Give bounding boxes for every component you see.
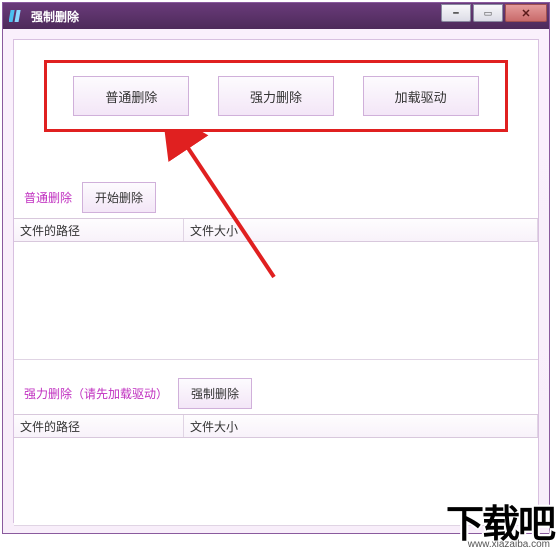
section-normal-delete-header: 普通删除 开始删除 [24,182,156,213]
table-header: 文件的路径 文件大小 [14,218,538,242]
normal-delete-table-body[interactable] [14,242,538,360]
maximize-button[interactable]: ▭ [473,4,503,22]
titlebar[interactable]: 强制删除 ━ ▭ ✕ [3,3,549,29]
close-button[interactable]: ✕ [505,4,547,22]
column-file-path[interactable]: 文件的路径 [14,219,184,241]
table-header: 文件的路径 文件大小 [14,414,538,438]
app-icon [9,8,25,24]
minimize-button[interactable]: ━ [441,4,471,22]
load-driver-button[interactable]: 加载驱动 [363,76,479,116]
normal-delete-table: 文件的路径 文件大小 [14,218,538,360]
normal-delete-button[interactable]: 普通删除 [73,76,189,116]
force-delete-table: 文件的路径 文件大小 [14,414,538,526]
section-force-delete-label: 强力删除（请先加载驱动） [24,385,168,402]
column-file-size[interactable]: 文件大小 [184,219,538,241]
watermark-url: www.xiazaiba.com [468,539,550,550]
window-controls: ━ ▭ ✕ [439,4,547,22]
column-file-size[interactable]: 文件大小 [184,415,538,437]
section-force-delete-header: 强力删除（请先加载驱动） 强制删除 [24,378,252,409]
column-file-path[interactable]: 文件的路径 [14,415,184,437]
force-delete-action-button[interactable]: 强制删除 [178,378,252,409]
force-delete-button[interactable]: 强力删除 [218,76,334,116]
window-title: 强制删除 [31,8,79,25]
force-delete-table-body[interactable] [14,438,538,526]
main-panel: 普通删除 强力删除 加载驱动 普通删除 开始删除 文件的路径 文 [13,39,539,523]
app-window: 强制删除 ━ ▭ ✕ 普通删除 强力删除 加载驱动 普通 [2,2,550,534]
window-body: 普通删除 强力删除 加载驱动 普通删除 开始删除 文件的路径 文 [3,29,549,533]
highlighted-button-row: 普通删除 强力删除 加载驱动 [44,60,508,132]
start-delete-button[interactable]: 开始删除 [82,182,156,213]
section-normal-delete-label: 普通删除 [24,189,72,206]
